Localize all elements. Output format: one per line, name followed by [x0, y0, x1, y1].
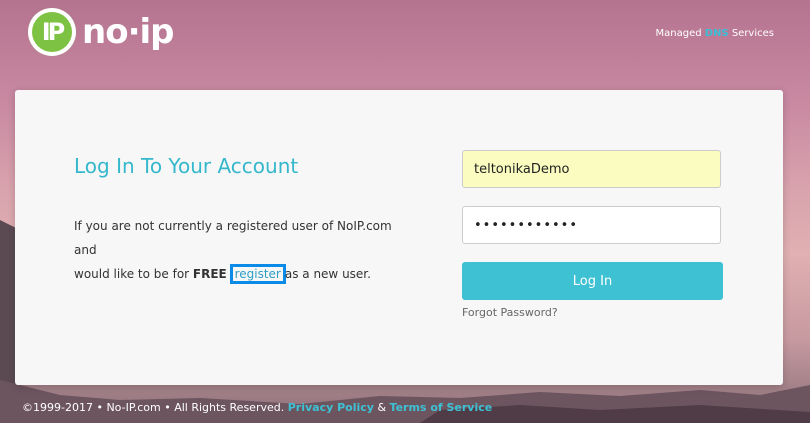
desc-line2-pre: would like to be for: [74, 267, 193, 281]
login-button[interactable]: Log In: [462, 262, 723, 300]
register-link[interactable]: register: [229, 264, 286, 284]
footer-amp: &: [373, 401, 390, 414]
footer: ©1999-2017 • No-IP.com • All Rights Rese…: [22, 401, 492, 414]
copyright-text: ©1999-2017 • No-IP.com • All Rights Rese…: [22, 401, 288, 414]
page-title: Log In To Your Account: [74, 154, 299, 178]
tagline-pre: Managed: [655, 28, 705, 39]
noip-logo-icon: IP: [28, 8, 76, 56]
tagline-dns: DNS: [704, 28, 729, 39]
desc-line2-post: as a new user.: [284, 267, 371, 281]
managed-dns-tagline[interactable]: Managed DNS Services: [656, 28, 774, 39]
desc-line1: If you are not currently a registered us…: [74, 219, 392, 257]
privacy-policy-link[interactable]: Privacy Policy: [288, 401, 374, 414]
username-field[interactable]: teltonikaDemo: [462, 150, 721, 188]
tagline-post: Services: [728, 28, 774, 39]
logo-text: no·ip: [82, 12, 174, 52]
registration-description: If you are not currently a registered us…: [74, 214, 404, 286]
noip-logo[interactable]: IP no·ip: [28, 8, 174, 56]
password-field[interactable]: ••••••••••••: [462, 206, 721, 244]
terms-of-service-link[interactable]: Terms of Service: [390, 401, 493, 414]
login-card: Log In To Your Account If you are not cu…: [15, 90, 783, 385]
free-label: FREE: [192, 267, 227, 281]
forgot-password-link[interactable]: Forgot Password?: [462, 306, 558, 319]
